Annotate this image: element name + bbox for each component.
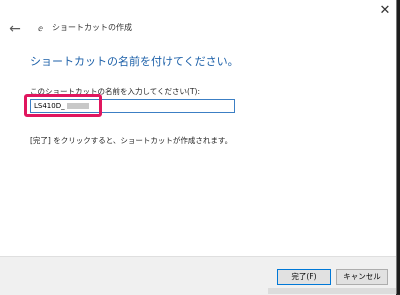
window-title: ショートカットの作成 — [52, 23, 132, 32]
back-arrow-icon[interactable]: ← — [4, 20, 26, 38]
page-heading: ショートカットの名前を付けてください。 — [30, 55, 239, 68]
close-icon[interactable]: ✕ — [374, 2, 396, 20]
create-shortcut-dialog: ← ⅇ ショートカットの作成 ✕ ショートカットの名前を付けてください。 このシ… — [0, 0, 397, 295]
cancel-button[interactable]: キャンセル — [336, 269, 388, 285]
shortcut-app-icon: ⅇ — [38, 24, 43, 33]
info-text: [完了] をクリックすると、ショートカットが作成されます。 — [30, 136, 233, 145]
title-bar: ← ⅇ ショートカットの作成 ✕ — [0, 0, 396, 44]
finish-button[interactable]: 完了(F) — [277, 269, 331, 285]
highlight-annotation — [24, 94, 102, 117]
background-window-peek — [268, 288, 396, 294]
